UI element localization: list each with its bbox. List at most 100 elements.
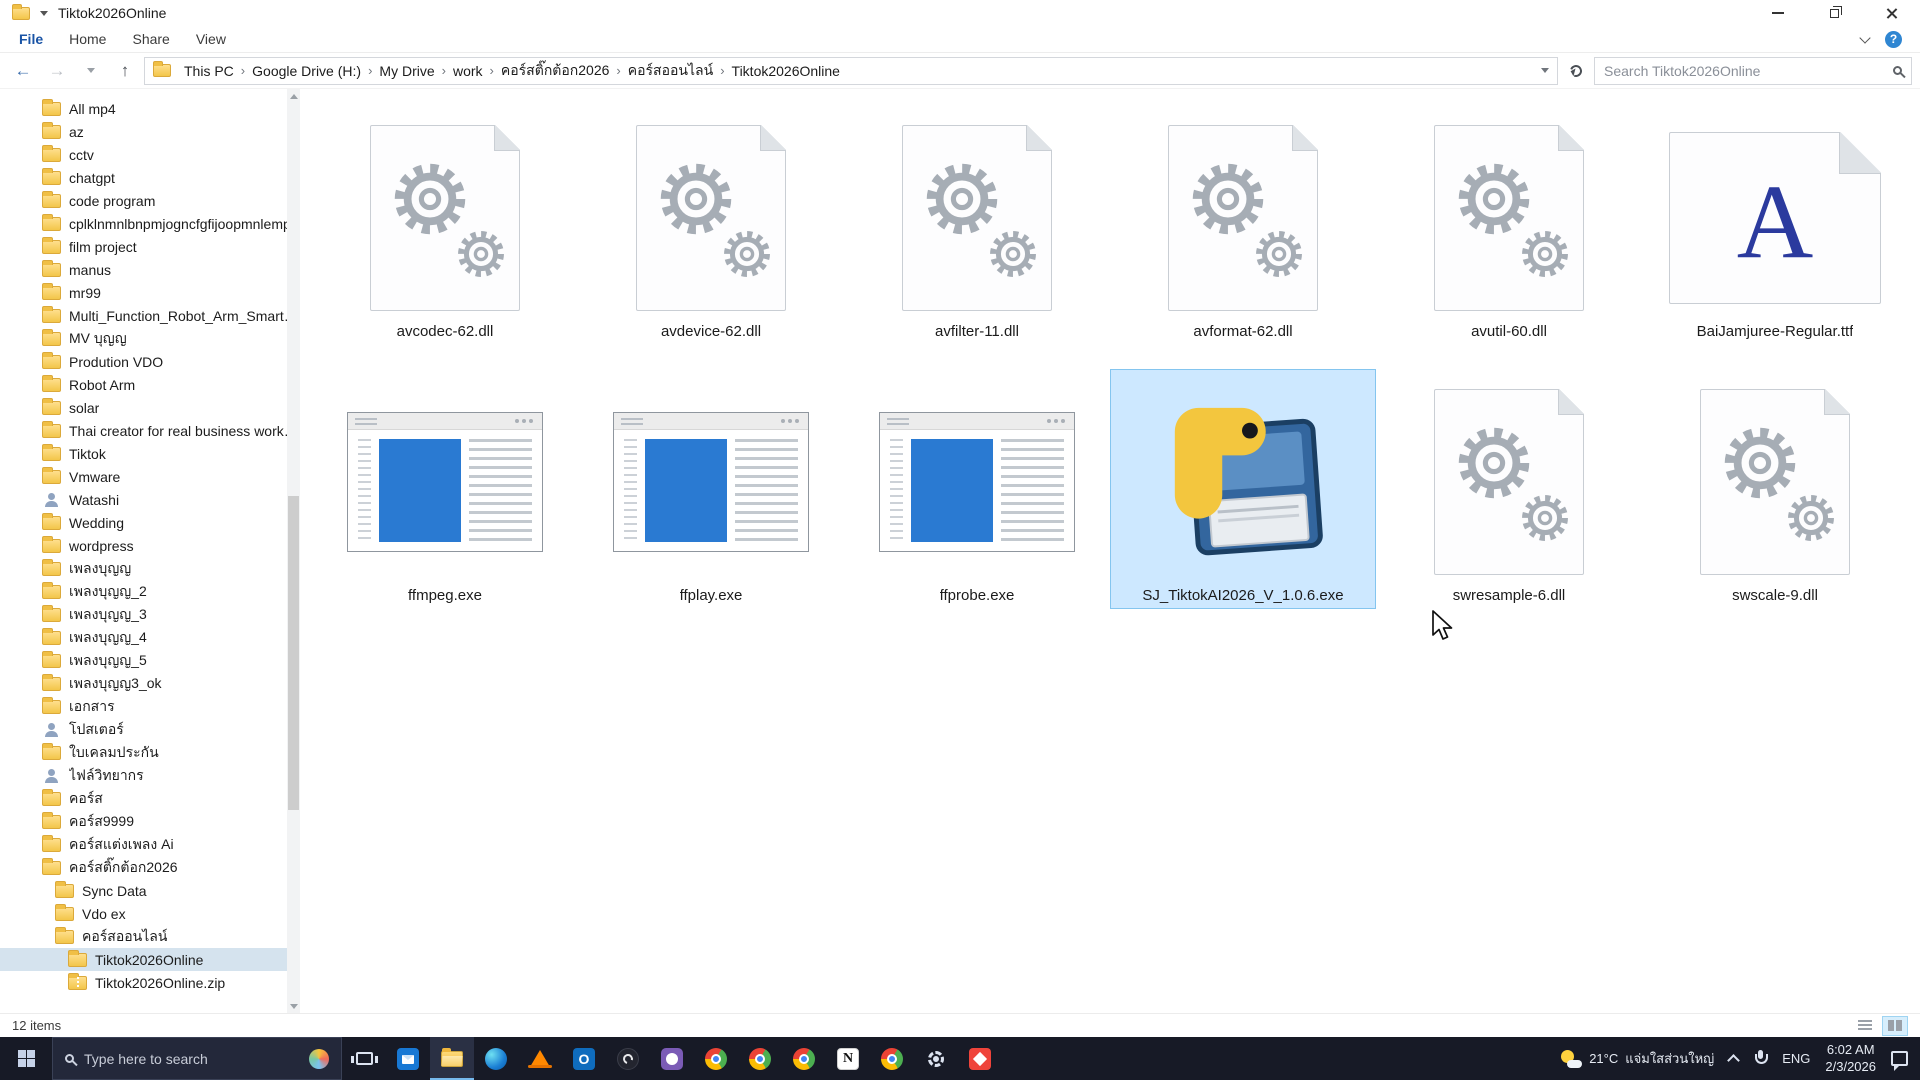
- tab-view[interactable]: View: [183, 26, 239, 52]
- file-item[interactable]: ffprobe.exe: [844, 369, 1110, 609]
- taskbar-app-anydesk[interactable]: [958, 1037, 1002, 1080]
- file-item[interactable]: ABaiJamjuree-Regular.ttf: [1642, 105, 1908, 345]
- details-view-button[interactable]: [1852, 1016, 1878, 1036]
- notification-center-icon[interactable]: [1891, 1051, 1908, 1066]
- start-button[interactable]: [0, 1037, 52, 1080]
- tree-item[interactable]: Prodution VDO: [0, 350, 300, 373]
- tree-item[interactable]: คอร์ส: [0, 787, 300, 810]
- tree-item[interactable]: chatgpt: [0, 166, 300, 189]
- taskbar-app-outlook[interactable]: [562, 1037, 606, 1080]
- tree-item[interactable]: Watashi: [0, 488, 300, 511]
- file-item[interactable]: avfilter-11.dll: [844, 105, 1110, 345]
- taskbar-app-github[interactable]: [650, 1037, 694, 1080]
- tab-share[interactable]: Share: [119, 26, 182, 52]
- tree-item[interactable]: ไฟล์วิทยากร: [0, 764, 300, 787]
- taskbar-app-chrome[interactable]: [870, 1037, 914, 1080]
- tree-item[interactable]: manus: [0, 258, 300, 281]
- recent-locations-button[interactable]: [76, 57, 106, 85]
- tree-item[interactable]: Robot Arm: [0, 373, 300, 396]
- tab-home[interactable]: Home: [56, 26, 119, 52]
- taskbar-app-chrome[interactable]: [782, 1037, 826, 1080]
- tree-item[interactable]: เพลงบุญญ_3: [0, 603, 300, 626]
- tree-item[interactable]: wordpress: [0, 534, 300, 557]
- taskbar-app-mail[interactable]: [386, 1037, 430, 1080]
- tree-item[interactable]: เพลงบุญญ3_ok: [0, 672, 300, 695]
- taskbar-app-vlc[interactable]: [518, 1037, 562, 1080]
- help-icon[interactable]: ?: [1885, 31, 1902, 48]
- file-item[interactable]: avcodec-62.dll: [312, 105, 578, 345]
- breadcrumb-item[interactable]: My Drive: [372, 63, 441, 79]
- language-indicator[interactable]: ENG: [1782, 1051, 1810, 1066]
- taskbar-search[interactable]: Type here to search: [52, 1037, 342, 1080]
- tree-item[interactable]: Sync Data: [0, 879, 300, 902]
- taskbar-app-edge[interactable]: [474, 1037, 518, 1080]
- breadcrumb-item[interactable]: คอร์สติ๊กต้อก2026: [494, 60, 617, 82]
- sidebar-scrollbar[interactable]: [287, 89, 300, 1013]
- taskbar-app-notion[interactable]: [826, 1037, 870, 1080]
- breadcrumb-item[interactable]: Tiktok2026Online: [725, 63, 847, 79]
- tree-item[interactable]: คอร์ส9999: [0, 810, 300, 833]
- expand-ribbon-icon[interactable]: [1859, 32, 1870, 43]
- tree-item[interactable]: az: [0, 120, 300, 143]
- tree-item[interactable]: เพลงบุญญ_4: [0, 626, 300, 649]
- tab-file[interactable]: File: [6, 26, 56, 52]
- tree-item[interactable]: ใบเคลมประกัน: [0, 741, 300, 764]
- search-input[interactable]: [1604, 63, 1885, 79]
- tree-item[interactable]: Tiktok2026Online: [0, 948, 300, 971]
- refresh-button[interactable]: [1562, 57, 1590, 85]
- scrollbar-thumb[interactable]: [288, 496, 299, 810]
- minimize-button[interactable]: [1749, 0, 1806, 26]
- forward-button[interactable]: [42, 57, 72, 85]
- breadcrumb-item[interactable]: คอร์สออนไลน์: [621, 60, 720, 82]
- file-item[interactable]: ffmpeg.exe: [312, 369, 578, 609]
- file-item[interactable]: avformat-62.dll: [1110, 105, 1376, 345]
- file-item[interactable]: SJ_TiktokAI2026_V_1.0.6.exe: [1110, 369, 1376, 609]
- scroll-down-icon[interactable]: [287, 999, 300, 1013]
- tree-item[interactable]: เพลงบุญญ_2: [0, 580, 300, 603]
- tree-item[interactable]: cplklnmnlbnpmjogncfgfijoopmnlemp: [0, 212, 300, 235]
- quick-access-toolbar-chevron-icon[interactable]: [40, 11, 48, 16]
- taskbar-app-chrome[interactable]: [738, 1037, 782, 1080]
- tree-item[interactable]: MV บุญญ: [0, 327, 300, 350]
- taskbar-app-chrome[interactable]: [694, 1037, 738, 1080]
- icons-view-button[interactable]: [1882, 1016, 1908, 1036]
- tree-item[interactable]: Thai creator for real business workshop: [0, 419, 300, 442]
- tree-item[interactable]: คอร์สติ๊กต้อก2026: [0, 856, 300, 879]
- taskbar-app-obs[interactable]: [606, 1037, 650, 1080]
- scroll-up-icon[interactable]: [287, 89, 300, 103]
- address-box[interactable]: This PC›Google Drive (H:)›My Drive›work›…: [144, 57, 1558, 85]
- tree-item[interactable]: Multi_Function_Robot_Arm_Smart_Car: [0, 304, 300, 327]
- taskbar-clock[interactable]: 6:02 AM 2/3/2026: [1825, 1042, 1876, 1076]
- mic-icon[interactable]: [1753, 1050, 1767, 1067]
- tree-item[interactable]: เอกสาร: [0, 695, 300, 718]
- tree-item[interactable]: คอร์สออนไลน์: [0, 925, 300, 948]
- tree-item[interactable]: Vdo ex: [0, 902, 300, 925]
- search-box[interactable]: [1594, 57, 1912, 85]
- file-item[interactable]: avutil-60.dll: [1376, 105, 1642, 345]
- taskbar-app-settings[interactable]: [914, 1037, 958, 1080]
- tree-item[interactable]: Vmware: [0, 465, 300, 488]
- file-item[interactable]: swscale-9.dll: [1642, 369, 1908, 609]
- tree-item[interactable]: All mp4: [0, 97, 300, 120]
- taskbar-app-task-view[interactable]: [342, 1037, 386, 1080]
- tree-item[interactable]: Wedding: [0, 511, 300, 534]
- file-item[interactable]: swresample-6.dll: [1376, 369, 1642, 609]
- tree-item[interactable]: Tiktok: [0, 442, 300, 465]
- taskbar-app-file-explorer[interactable]: [430, 1037, 474, 1080]
- weather-widget[interactable]: 21°C แจ่มใสส่วนใหญ่: [1560, 1048, 1714, 1069]
- tree-item[interactable]: โปสเตอร์: [0, 718, 300, 741]
- back-button[interactable]: [8, 57, 38, 85]
- breadcrumb-item[interactable]: work: [446, 63, 490, 79]
- tree-item[interactable]: เพลงบุญญ_5: [0, 649, 300, 672]
- breadcrumb-item[interactable]: Google Drive (H:): [245, 63, 368, 79]
- tree-item[interactable]: คอร์สแต่งเพลง Ai: [0, 833, 300, 856]
- tree-item[interactable]: cctv: [0, 143, 300, 166]
- tree-item[interactable]: mr99: [0, 281, 300, 304]
- breadcrumb-item[interactable]: This PC: [177, 63, 241, 79]
- tree-item[interactable]: code program: [0, 189, 300, 212]
- tree-item[interactable]: solar: [0, 396, 300, 419]
- file-item[interactable]: ffplay.exe: [578, 369, 844, 609]
- address-dropdown-icon[interactable]: [1541, 68, 1549, 73]
- tree-item[interactable]: film project: [0, 235, 300, 258]
- close-button[interactable]: [1863, 0, 1920, 26]
